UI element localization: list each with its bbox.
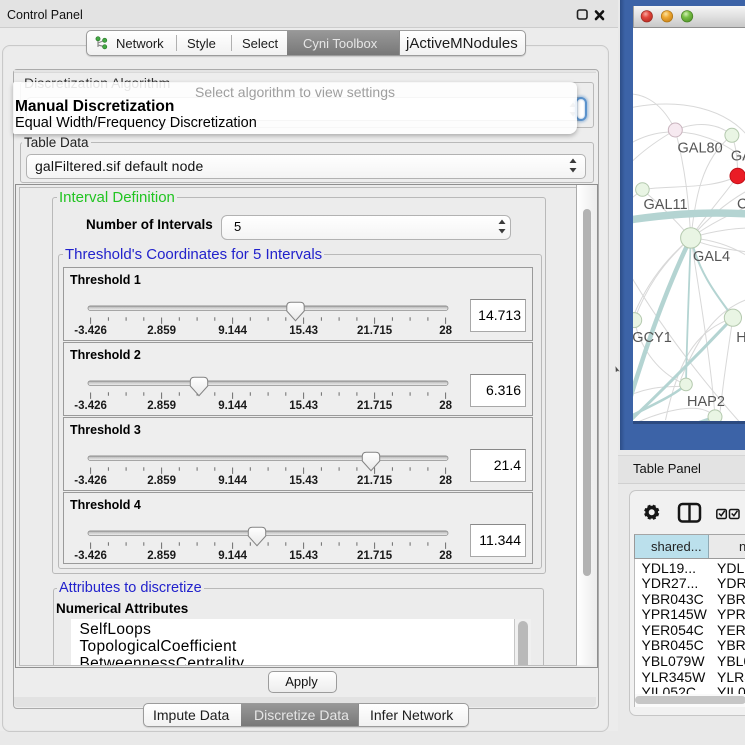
svg-text:GAL4: GAL4	[693, 249, 730, 265]
svg-text:GAL11: GAL11	[643, 197, 687, 213]
svg-text:GCY1: GCY1	[633, 330, 672, 346]
svg-text:GAL80: GAL80	[677, 140, 722, 156]
svg-text:GAL7: GAL7	[730, 149, 745, 165]
svg-text:CR: CR	[737, 197, 745, 213]
svg-text:HAP2: HAP2	[687, 394, 725, 410]
svg-text:HA: HA	[736, 330, 745, 346]
